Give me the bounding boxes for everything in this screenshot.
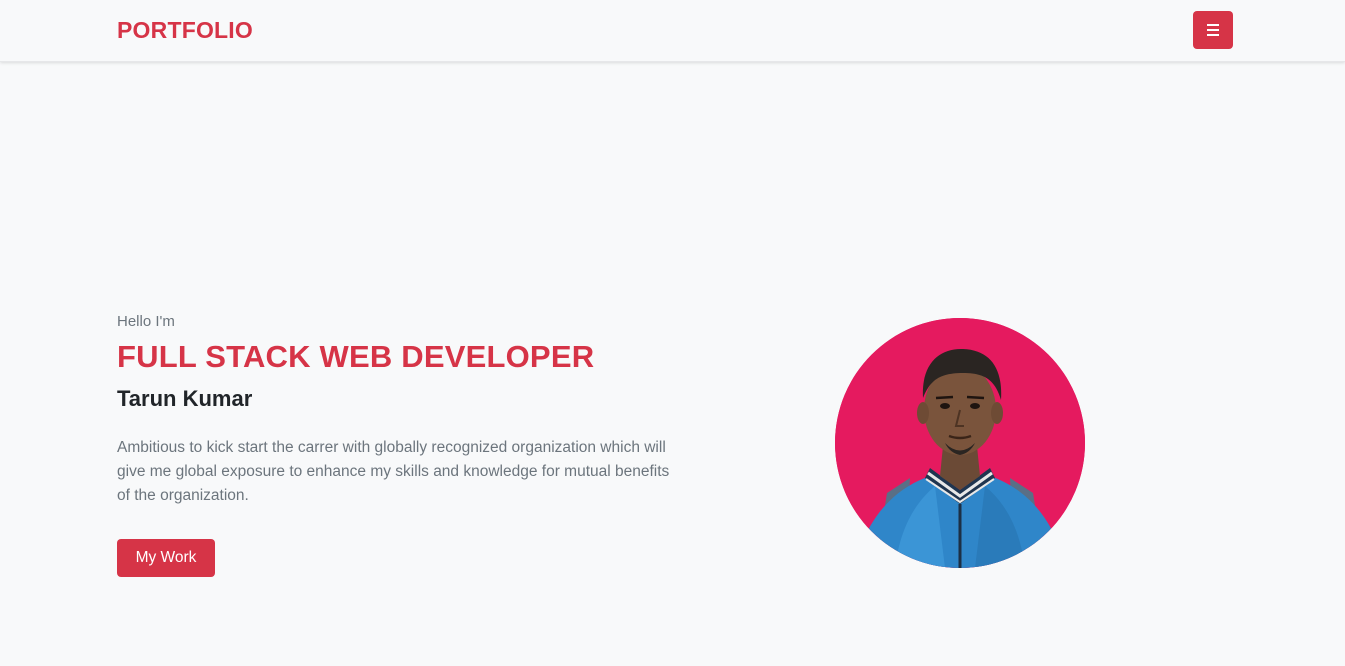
my-work-button[interactable]: My Work <box>117 539 215 577</box>
hamburger-icon <box>1207 24 1219 36</box>
profile-avatar <box>835 318 1085 568</box>
menu-toggle-button[interactable] <box>1193 11 1233 49</box>
person-photo-icon <box>835 318 1085 568</box>
greeting-text: Hello I'm <box>117 313 175 330</box>
brand-logo[interactable]: PORTFOLIO <box>117 17 253 44</box>
name-heading: Tarun Kumar <box>117 386 253 411</box>
navbar: PORTFOLIO <box>0 0 1345 62</box>
description-text: Ambitious to kick start the carrer with … <box>117 439 670 504</box>
role-heading: FULL STACK WEB DEVELOPER <box>117 339 595 374</box>
